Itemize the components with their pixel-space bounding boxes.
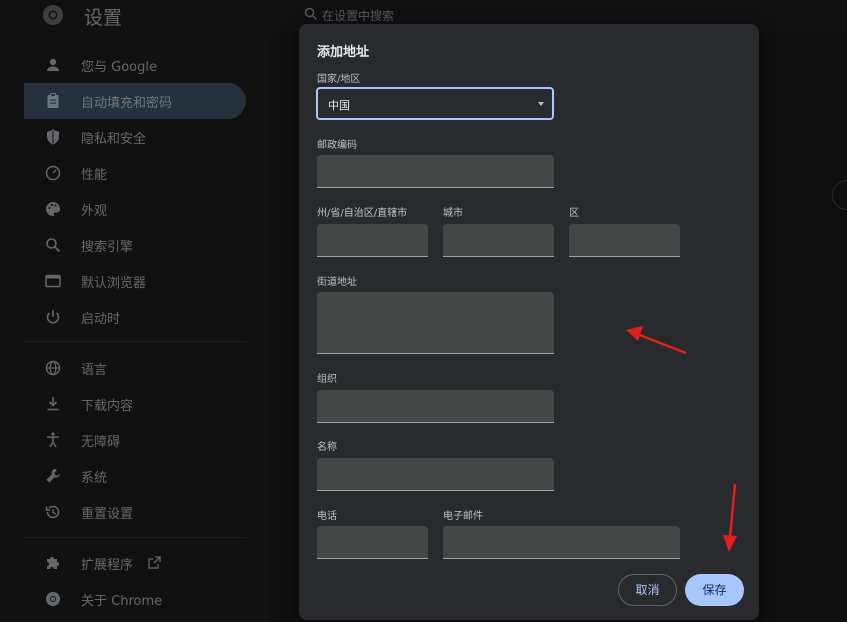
email-label: 电子邮件 xyxy=(443,511,483,522)
chevron-down-icon xyxy=(538,102,544,106)
street-address-label: 街道地址 xyxy=(317,277,357,288)
cancel-button[interactable]: 取消 xyxy=(618,574,677,606)
email-field[interactable] xyxy=(443,526,680,559)
district-field[interactable] xyxy=(569,224,680,257)
phone-field[interactable] xyxy=(317,526,428,559)
country-value: 中国 xyxy=(328,99,350,112)
city-field[interactable] xyxy=(443,224,554,257)
name-field[interactable] xyxy=(317,458,554,491)
country-select[interactable]: 中国 xyxy=(316,87,554,120)
state-field[interactable] xyxy=(317,224,428,257)
add-address-dialog: 添加地址 国家/地区 中国 邮政编码 州/省/自治区/直辖市 城市 区 街道地址… xyxy=(299,24,759,620)
postal-code-label: 邮政编码 xyxy=(317,140,357,151)
dialog-title: 添加地址 xyxy=(317,45,370,60)
country-label: 国家/地区 xyxy=(317,74,361,85)
postal-code-field[interactable] xyxy=(317,155,554,188)
street-address-field[interactable] xyxy=(317,292,554,354)
phone-label: 电话 xyxy=(317,511,337,522)
organization-label: 组织 xyxy=(317,374,337,385)
district-label: 区 xyxy=(569,208,579,219)
name-label: 名称 xyxy=(317,442,337,453)
organization-field[interactable] xyxy=(317,390,554,423)
city-label: 城市 xyxy=(443,208,463,219)
save-button[interactable]: 保存 xyxy=(685,574,744,606)
state-label: 州/省/自治区/直辖市 xyxy=(317,208,408,219)
